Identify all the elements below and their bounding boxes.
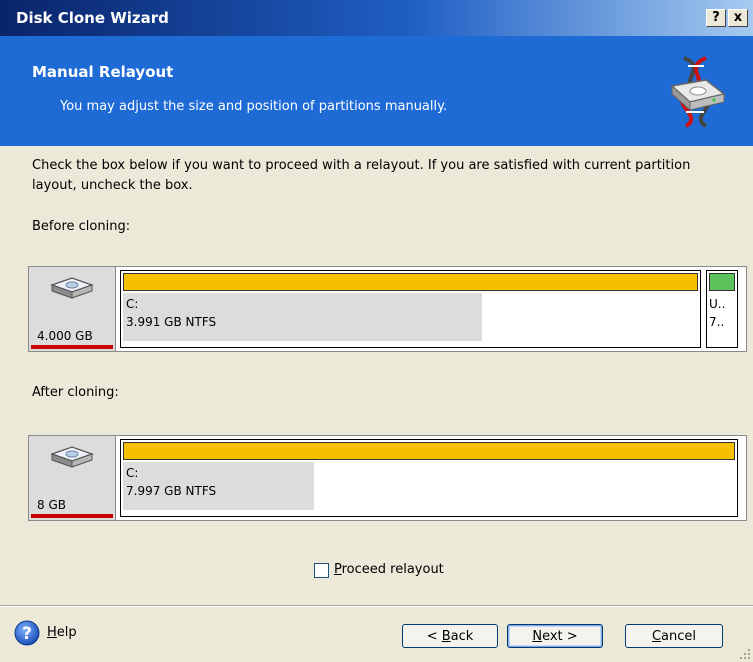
disk-clone-logo-icon [670, 56, 726, 128]
partition-info-before: 3.991 GB NTFS [126, 315, 217, 329]
cancel-mnemonic: C [651, 629, 662, 644]
partition-bar-before [123, 273, 698, 291]
after-cloning-label: After cloning: [32, 385, 119, 400]
help-icon: ? [712, 10, 720, 25]
close-icon: x [733, 10, 743, 25]
partition-label-after: C: 7.997 GB NTFS [126, 464, 216, 500]
disk-size-before: 4.000 GB [37, 329, 93, 343]
next-button[interactable]: Next > [507, 624, 603, 648]
question-circle-icon: ? [14, 620, 40, 646]
back-label-rest: ack [450, 629, 474, 644]
resize-grip-icon[interactable] [739, 648, 751, 660]
proceed-relayout-label[interactable]: Proceed relayout [334, 562, 444, 577]
help-label: Help [47, 625, 77, 640]
window-title: Disk Clone Wizard [16, 9, 169, 27]
page-title: Manual Relayout [32, 63, 174, 81]
titlebar-help-button[interactable]: ? [706, 9, 726, 27]
cancel-button[interactable]: Cancel [625, 624, 723, 648]
wizard-header: Manual Relayout You may adjust the size … [0, 36, 753, 146]
help-label-rest: elp [56, 625, 77, 640]
partition-letter-after: C: [126, 466, 139, 480]
cancel-label-rest: ancel [661, 629, 697, 644]
before-cloning-label: Before cloning: [32, 219, 131, 234]
partition-c-after[interactable]: C: 7.997 GB NTFS [120, 439, 738, 517]
unallocated-line2: 7.. [709, 315, 725, 329]
disk-bar-before: 4.000 GB C: 3.991 GB NTFS U.. 7.. [28, 266, 747, 352]
back-mnemonic: B [441, 629, 451, 644]
unallocated-bar-before [709, 273, 735, 291]
disk-underline-after [31, 514, 113, 518]
disk-bar-after: 8 GB C: 7.997 GB NTFS [28, 435, 747, 521]
partition-label-before: C: 3.991 GB NTFS [126, 295, 216, 331]
partition-letter-before: C: [126, 297, 139, 311]
hard-disk-icon [50, 446, 94, 468]
title-bar[interactable]: Disk Clone Wizard ? x [0, 0, 753, 36]
partition-unallocated-before[interactable]: U.. 7.. [706, 270, 738, 348]
svg-text:?: ? [22, 624, 32, 644]
next-label-rest: ext > [542, 629, 578, 644]
page-subtitle: You may adjust the size and position of … [60, 99, 448, 114]
disk-clone-wizard-window: Disk Clone Wizard ? x Manual Relayout Yo… [0, 0, 753, 662]
partition-bar-after [123, 442, 735, 460]
footer-separator [0, 605, 753, 607]
unallocated-line1: U.. [709, 297, 726, 311]
help-mnemonic: H [47, 625, 57, 640]
titlebar-close-button[interactable]: x [728, 9, 748, 27]
next-mnemonic: N [532, 629, 543, 644]
partition-info-after: 7.997 GB NTFS [126, 484, 217, 498]
proceed-mnemonic: P [334, 562, 342, 577]
partition-c-before[interactable]: C: 3.991 GB NTFS [120, 270, 701, 348]
back-prefix: < [426, 629, 442, 644]
proceed-relayout-checkbox[interactable] [314, 563, 329, 578]
hard-disk-icon [50, 277, 94, 299]
disk-cell-before[interactable]: 4.000 GB [29, 267, 116, 351]
disk-cell-after[interactable]: 8 GB [29, 436, 116, 520]
disk-underline-before [31, 345, 113, 349]
unallocated-label-before: U.. 7.. [709, 295, 725, 331]
proceed-label-rest: roceed relayout [341, 562, 444, 577]
disk-size-after: 8 GB [37, 498, 66, 512]
back-button[interactable]: < Back [402, 624, 498, 648]
instructions-text: Check the box below if you want to proce… [32, 158, 691, 193]
